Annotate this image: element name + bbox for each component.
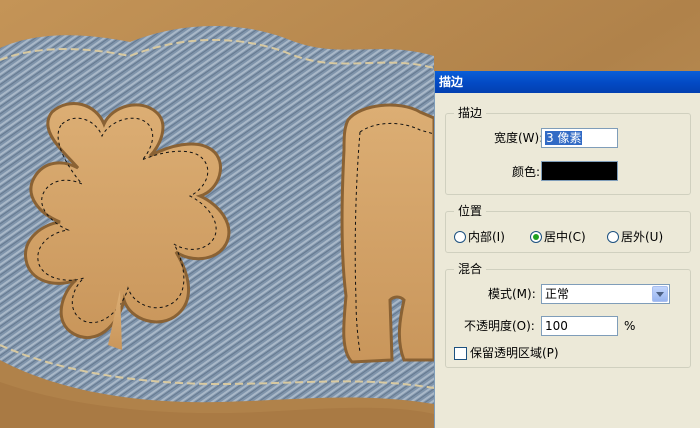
leather-letter-2 — [340, 103, 436, 364]
size-input[interactable]: 3 像素 — [541, 128, 618, 148]
opacity-unit: % — [624, 319, 636, 333]
preserve-transparency-checkbox[interactable] — [454, 347, 467, 360]
color-label: 颜色: — [512, 165, 541, 179]
color-swatch[interactable] — [541, 161, 618, 181]
blend-group: 混合 模式(M): 正常 不透明度(O): 100 % 保留透明区域(P) — [445, 261, 691, 368]
dialog-title-bar[interactable]: 描边 — [435, 71, 700, 93]
opacity-label: 不透明度(O): — [464, 319, 535, 333]
size-value: 3 像素 — [545, 131, 583, 145]
chevron-down-icon[interactable] — [652, 286, 668, 302]
outside-radio[interactable] — [607, 231, 619, 243]
inside-radio[interactable] — [454, 231, 466, 243]
outside-label[interactable]: 居外(U) — [621, 229, 663, 245]
position-group-label: 位置 — [454, 203, 487, 219]
blend-group-label: 混合 — [454, 261, 487, 277]
size-label: 宽度(W): — [494, 131, 544, 145]
mode-label: 模式(M): — [488, 287, 536, 301]
opacity-value: 100 — [545, 319, 568, 333]
blend-mode-select[interactable]: 正常 — [541, 284, 670, 304]
stroke-group: 描边 宽度(W): 3 像素 颜色: — [445, 105, 691, 195]
center-label[interactable]: 居中(C) — [544, 229, 586, 245]
center-radio[interactable] — [530, 231, 542, 243]
inside-label[interactable]: 内部(I) — [468, 229, 505, 245]
blend-mode-value: 正常 — [545, 287, 570, 301]
position-group: 位置 内部(I) 居中(C) 居外(U) — [445, 203, 691, 253]
preserve-transparency-label[interactable]: 保留透明区域(P) — [470, 345, 559, 361]
stroke-dialog: 描边 描边 宽度(W): 3 像素 颜色: 位置 内部(I) 居中(C) 居外(… — [434, 71, 700, 428]
opacity-input[interactable]: 100 — [541, 316, 618, 336]
stroke-group-label: 描边 — [454, 105, 487, 121]
